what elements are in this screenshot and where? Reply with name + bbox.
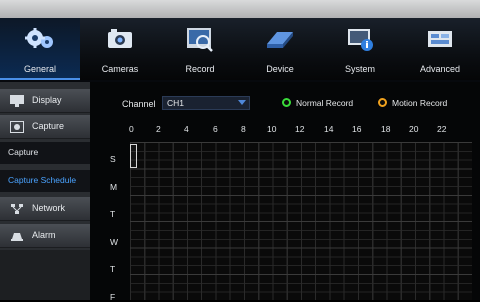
sidebar-item-network[interactable]: Network [0,197,90,221]
sidebar-empty-area [0,250,90,300]
hour-tick: 20 [409,124,419,134]
channel-value: CH1 [167,98,185,108]
capture-schedule-panel: Channel CH1 Normal Record Motion Record … [90,82,480,302]
day-label: S [110,154,116,164]
hour-tick: 22 [437,124,447,134]
nav-label: Device [266,64,294,74]
hour-tick: 16 [352,124,362,134]
sidebar-item-capture[interactable]: Capture [0,115,90,139]
hour-tick: 10 [267,124,277,134]
hard-drive-icon [267,32,293,48]
nav-label: System [344,64,375,74]
hour-tick: 2 [156,124,161,134]
title-bar [0,0,480,18]
sidebar-item-label: Display [32,95,62,105]
channel-label: Channel [122,99,156,109]
sidebar-subitem-capture[interactable]: Capture [0,142,90,164]
advanced-icon [428,31,452,47]
legend-label: Motion Record [392,98,448,108]
day-label: W [110,237,119,247]
camera-icon [108,29,132,48]
sidebar-item-label: Capture [32,121,65,131]
nav-record[interactable]: Record [160,18,240,80]
sidebar-item-label: Network [32,203,66,213]
hour-tick: 14 [324,124,334,134]
hour-axis: 0 2 4 6 8 10 12 14 16 18 20 22 [129,124,472,140]
sidebar-subitem-capture-schedule[interactable]: Capture Schedule [0,170,90,192]
legend-label: Normal Record [296,98,354,108]
nav-system[interactable]: System [320,18,400,80]
sidebar: Display Capture Capture Capture Schedule… [0,82,90,300]
day-label: F [110,292,116,302]
system-info-icon [348,29,373,51]
sidebar-item-label: Alarm [32,230,56,240]
network-icon [11,204,23,214]
hour-tick: 0 [129,124,134,134]
record-search-icon [187,28,213,52]
schedule-cell-cursor[interactable] [130,144,137,168]
motion-record-radio-icon [378,98,387,107]
top-nav: General Cameras Record Device System Adv… [0,18,480,80]
nav-label: General [23,64,57,74]
schedule-header: Channel CH1 Normal Record Motion Record [90,82,480,122]
hour-tick: 8 [241,124,246,134]
nav-device[interactable]: Device [240,18,320,80]
dvr-settings-window: General Cameras Record Device System Adv… [0,0,480,302]
sidebar-item-display[interactable]: Display [0,89,90,113]
nav-label: Cameras [101,64,139,74]
hour-tick: 18 [381,124,391,134]
nav-label: Advanced [419,64,461,74]
hour-tick: 12 [295,124,305,134]
nav-advanced[interactable]: Advanced [400,18,480,80]
gears-icon [25,28,53,48]
display-icon [10,95,24,107]
hour-tick: 4 [184,124,189,134]
chevron-down-icon [238,100,246,105]
hour-tick: 6 [213,124,218,134]
alarm-icon [11,233,23,241]
nav-cameras[interactable]: Cameras [80,18,160,80]
day-axis: S M T W T F [110,142,128,302]
nav-label: Record [185,64,215,74]
sidebar-item-alarm[interactable]: Alarm [0,224,90,248]
day-label: T [110,209,116,219]
schedule-grid-day-lines [130,142,472,300]
nav-general[interactable]: General [0,18,80,80]
day-label: M [110,182,118,192]
channel-select[interactable]: CH1 [162,96,250,110]
capture-icon [10,121,24,133]
normal-record-radio-icon [282,98,291,107]
day-label: T [110,264,116,274]
